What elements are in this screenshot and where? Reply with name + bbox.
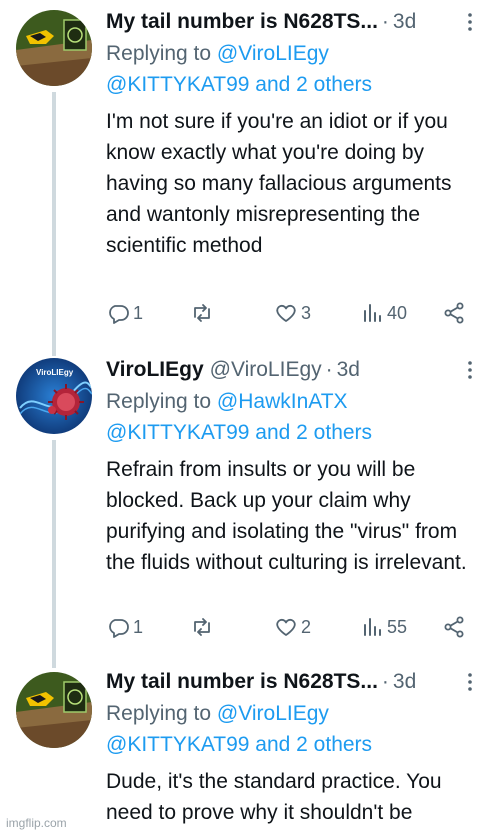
avatar-text: ViroLIEgy (36, 368, 74, 377)
heart-icon (276, 304, 296, 322)
replying-to-label: Replying to (106, 42, 212, 65)
mention-link[interactable]: @ViroLIEgy (217, 702, 329, 725)
mention-link[interactable]: @KITTYKAT99 and 2 others (106, 421, 372, 444)
tweet-text: I'm not sure if you're an idiot or if yo… (106, 110, 452, 257)
tweet[interactable]: ViroLIEgy ViroLIEgy @ViroLIEgy · 3d Repl… (0, 350, 500, 660)
reply-button[interactable]: 1 (106, 615, 143, 639)
separator-dot: · (381, 10, 389, 33)
replying-to: Replying to @HawkInATX @KITTYKAT99 and 2… (106, 386, 486, 448)
share-icon (444, 302, 464, 324)
timestamp[interactable]: 3d (393, 670, 416, 694)
tweet[interactable]: My tail number is N628TS... · 3d Replyin… (0, 0, 500, 350)
watermark: imgflip.com (6, 816, 67, 830)
like-count: 3 (301, 302, 312, 323)
separator-dot: · (381, 670, 389, 693)
mention-link[interactable]: @KITTYKAT99 and 2 others (106, 73, 372, 96)
views-button[interactable]: 55 (360, 615, 407, 639)
mention-link[interactable]: @KITTYKAT99 and 2 others (106, 733, 372, 756)
views-button[interactable]: 40 (360, 301, 407, 325)
heart-icon (276, 618, 296, 636)
thread-line (52, 440, 56, 660)
mention-link[interactable]: @ViroLIEgy (217, 42, 329, 65)
more-options-icon[interactable] (458, 358, 482, 382)
display-name[interactable]: My tail number is N628TS... (106, 670, 378, 694)
reply-icon (109, 305, 129, 324)
tweet-header: ViroLIEgy @ViroLIEgy · 3d (106, 354, 486, 386)
share-icon (444, 616, 464, 638)
thread-line (52, 660, 56, 668)
tweet-header: My tail number is N628TS... · 3d (106, 666, 486, 698)
hawk-avatar-icon[interactable] (16, 672, 92, 748)
reply-button[interactable]: 1 (106, 301, 143, 325)
more-options-icon[interactable] (458, 10, 482, 34)
retweet-icon (194, 618, 210, 636)
thread-line (52, 350, 56, 356)
replying-to-label: Replying to (106, 390, 212, 413)
retweet-button[interactable] (190, 301, 214, 325)
views-count: 40 (387, 302, 408, 323)
timestamp[interactable]: 3d (393, 10, 416, 34)
views-count: 55 (387, 616, 408, 637)
views-icon (364, 304, 381, 322)
share-button[interactable] (442, 301, 466, 325)
virus-avatar-icon[interactable]: ViroLIEgy (16, 358, 92, 434)
tweet[interactable]: My tail number is N628TS... · 3d Replyin… (0, 660, 500, 834)
display-name[interactable]: ViroLIEgy (106, 358, 204, 382)
timestamp[interactable]: 3d (337, 358, 360, 382)
action-bar: 1 3 40 (106, 298, 471, 328)
hawk-avatar-icon[interactable] (16, 10, 92, 86)
replying-to-label: Replying to (106, 702, 212, 725)
views-icon (364, 618, 381, 636)
action-bar: 1 2 55 (106, 612, 471, 642)
replying-to: Replying to @ViroLIEgy @KITTYKAT99 and 2… (106, 698, 486, 760)
share-button[interactable] (442, 615, 466, 639)
reply-icon (109, 619, 129, 638)
replying-to: Replying to @ViroLIEgy @KITTYKAT99 and 2… (106, 38, 486, 100)
tweet-text: Dude, it's the standard practice. You ne… (106, 770, 442, 824)
retweet-icon (194, 304, 210, 322)
user-handle[interactable]: @ViroLIEgy (210, 358, 322, 382)
tweet-text: Refrain from insults or you will be bloc… (106, 458, 467, 574)
mention-link[interactable]: @HawkInATX (217, 390, 348, 413)
more-options-icon[interactable] (458, 670, 482, 694)
reply-count: 1 (133, 302, 144, 323)
like-count: 2 (301, 616, 312, 637)
like-button[interactable]: 2 (274, 615, 311, 639)
thread-line (52, 92, 56, 350)
like-button[interactable]: 3 (274, 301, 311, 325)
display-name[interactable]: My tail number is N628TS... (106, 10, 378, 34)
separator-dot: · (325, 358, 333, 381)
retweet-button[interactable] (190, 615, 214, 639)
reply-count: 1 (133, 616, 144, 637)
tweet-header: My tail number is N628TS... · 3d (106, 6, 486, 38)
